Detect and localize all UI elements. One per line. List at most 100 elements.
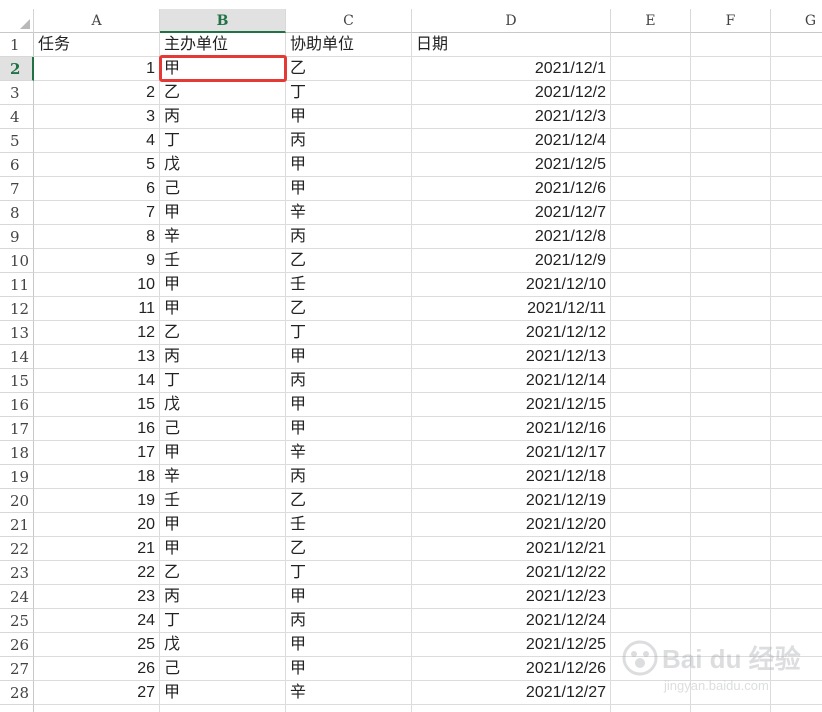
cell[interactable]	[771, 345, 822, 369]
cell[interactable]: 甲	[286, 105, 412, 129]
cell[interactable]: 丙	[160, 585, 286, 609]
cell[interactable]: 甲	[160, 201, 286, 225]
cell[interactable]: 2021/12/2	[412, 81, 611, 105]
cell[interactable]: 24	[34, 609, 160, 633]
cell[interactable]: 2021/12/22	[412, 561, 611, 585]
cell[interactable]: 3	[34, 105, 160, 129]
cell[interactable]: 甲	[160, 537, 286, 561]
cell[interactable]	[771, 273, 822, 297]
cell[interactable]	[691, 225, 771, 249]
cell[interactable]: 22	[34, 561, 160, 585]
cell[interactable]: 2021/12/16	[412, 417, 611, 441]
cell[interactable]	[611, 369, 691, 393]
cell[interactable]	[691, 321, 771, 345]
cell[interactable]	[160, 705, 286, 712]
cell[interactable]: 壬	[160, 489, 286, 513]
cell[interactable]: 2021/12/17	[412, 441, 611, 465]
cell[interactable]: 己	[160, 657, 286, 681]
cell[interactable]: 2021/12/8	[412, 225, 611, 249]
cell[interactable]: 乙	[160, 561, 286, 585]
cell[interactable]: 甲	[160, 297, 286, 321]
row-header[interactable]: 28	[0, 681, 34, 705]
cell[interactable]: 丁	[160, 369, 286, 393]
row-header[interactable]: 22	[0, 537, 34, 561]
cell[interactable]: 乙	[286, 57, 412, 81]
cell[interactable]	[611, 441, 691, 465]
cell[interactable]: 2021/12/26	[412, 657, 611, 681]
cell[interactable]	[691, 297, 771, 321]
row-header[interactable]: 10	[0, 249, 34, 273]
cell[interactable]	[286, 705, 412, 712]
row-header[interactable]: 2	[0, 57, 34, 81]
cell[interactable]: 丁	[286, 321, 412, 345]
cell[interactable]: 乙	[286, 297, 412, 321]
cell[interactable]: 甲	[286, 345, 412, 369]
cell[interactable]: 乙	[160, 81, 286, 105]
cell-e1[interactable]	[611, 33, 691, 57]
cell[interactable]: 甲	[160, 57, 286, 81]
cell[interactable]	[771, 465, 822, 489]
cell[interactable]: 2021/12/4	[412, 129, 611, 153]
cell[interactable]	[691, 465, 771, 489]
cell[interactable]: 2021/12/20	[412, 513, 611, 537]
cell[interactable]: 17	[34, 441, 160, 465]
row-header[interactable]: 23	[0, 561, 34, 585]
cell[interactable]	[611, 321, 691, 345]
cell[interactable]	[691, 441, 771, 465]
cell[interactable]: 甲	[286, 585, 412, 609]
cell[interactable]	[691, 417, 771, 441]
cell[interactable]	[611, 129, 691, 153]
cell[interactable]: 2021/12/24	[412, 609, 611, 633]
cell[interactable]	[611, 105, 691, 129]
cell[interactable]: 壬	[286, 273, 412, 297]
cell-f1[interactable]	[691, 33, 771, 57]
cell-d1[interactable]: 日期	[412, 33, 611, 57]
cell[interactable]: 20	[34, 513, 160, 537]
cell[interactable]: 戊	[160, 393, 286, 417]
cell[interactable]: 乙	[286, 537, 412, 561]
cell[interactable]: 2021/12/19	[412, 489, 611, 513]
cell[interactable]: 2	[34, 81, 160, 105]
cell[interactable]: 2021/12/23	[412, 585, 611, 609]
cell[interactable]	[611, 489, 691, 513]
cell[interactable]	[691, 129, 771, 153]
cell[interactable]: 甲	[286, 177, 412, 201]
cell[interactable]	[771, 657, 822, 681]
row-header[interactable]: 1	[0, 33, 34, 57]
row-header[interactable]: 7	[0, 177, 34, 201]
row-header[interactable]: 5	[0, 129, 34, 153]
column-header-a[interactable]: A	[34, 9, 160, 33]
row-header[interactable]: 6	[0, 153, 34, 177]
cell[interactable]: 甲	[160, 441, 286, 465]
cell[interactable]	[611, 273, 691, 297]
row-header[interactable]: 25	[0, 609, 34, 633]
cell[interactable]	[691, 81, 771, 105]
cell-a1[interactable]: 任务	[34, 33, 160, 57]
cell[interactable]	[691, 57, 771, 81]
cell[interactable]	[771, 561, 822, 585]
cell-c1[interactable]: 协助单位	[286, 33, 412, 57]
cell[interactable]: 4	[34, 129, 160, 153]
cell[interactable]	[771, 105, 822, 129]
cell[interactable]	[691, 345, 771, 369]
cell[interactable]: 18	[34, 465, 160, 489]
cell[interactable]: 13	[34, 345, 160, 369]
cell[interactable]: 6	[34, 177, 160, 201]
cell[interactable]	[611, 81, 691, 105]
cell[interactable]: 戊	[160, 153, 286, 177]
cell[interactable]	[691, 393, 771, 417]
cell[interactable]	[771, 513, 822, 537]
cell[interactable]: 辛	[160, 465, 286, 489]
cell[interactable]: 2021/12/10	[412, 273, 611, 297]
row-header[interactable]: 9	[0, 225, 34, 249]
cell[interactable]: 丙	[286, 465, 412, 489]
cell[interactable]: 丙	[286, 609, 412, 633]
cell[interactable]: 丙	[160, 345, 286, 369]
cell[interactable]	[691, 489, 771, 513]
cell[interactable]: 10	[34, 273, 160, 297]
cell[interactable]: 丁	[286, 81, 412, 105]
cell[interactable]	[691, 705, 771, 712]
cell[interactable]: 26	[34, 657, 160, 681]
cell[interactable]: 戊	[160, 633, 286, 657]
cell[interactable]	[771, 129, 822, 153]
